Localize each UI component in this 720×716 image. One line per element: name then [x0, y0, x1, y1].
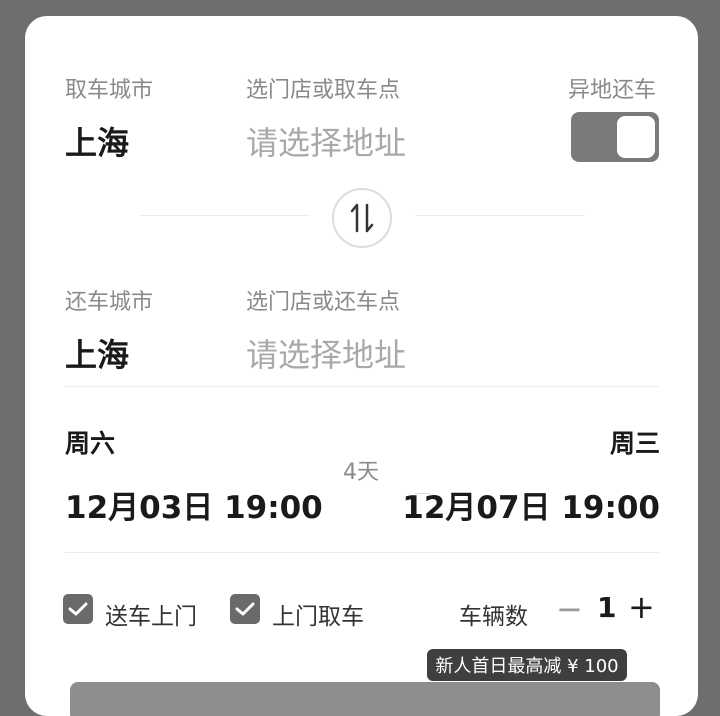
promo-badge: 新人首日最高减 ¥ 100: [427, 649, 627, 681]
pickup-service-label[interactable]: 上门取车: [272, 597, 364, 631]
start-day: 周六: [65, 429, 116, 458]
end-day: 周三: [609, 429, 660, 458]
divider-left: [140, 215, 310, 216]
start-datetime[interactable]: 12月03日 19:00: [65, 482, 323, 527]
diff-return-toggle[interactable]: [571, 112, 659, 162]
delivery-label[interactable]: 送车上门: [105, 597, 197, 631]
end-datetime[interactable]: 12月07日 19:00: [402, 482, 660, 527]
increase-button[interactable]: +: [628, 588, 655, 626]
return-city[interactable]: 上海: [65, 330, 129, 376]
rental-search-card: 取车城市 上海 选门店或取车点 请选择地址 异地还车 还车城市 上海 选门店或还…: [25, 16, 698, 716]
section-divider: [65, 386, 659, 387]
pickup-address-input[interactable]: 请选择地址: [246, 118, 406, 164]
vehicle-count-label: 车辆数: [459, 604, 528, 630]
return-city-label: 还车城市: [65, 290, 154, 315]
checkmark-icon: [68, 602, 88, 616]
checkmark-icon: [235, 602, 255, 616]
pickup-city-label: 取车城市: [65, 78, 154, 103]
swap-vertical-icon: [350, 203, 374, 233]
dates-divider: [65, 552, 659, 553]
toggle-knob: [617, 116, 655, 158]
diff-return-label: 异地还车: [568, 78, 657, 103]
divider-right: [415, 215, 585, 216]
pickup-service-checkbox[interactable]: [230, 594, 260, 624]
decrease-button[interactable]: −: [556, 590, 583, 628]
search-button[interactable]: [70, 682, 660, 716]
delivery-checkbox[interactable]: [63, 594, 93, 624]
return-store-label: 选门店或还车点: [246, 290, 401, 315]
rental-duration: 4天: [343, 460, 379, 485]
return-address-input[interactable]: 请选择地址: [246, 330, 406, 376]
pickup-city[interactable]: 上海: [65, 118, 129, 164]
pickup-store-label: 选门店或取车点: [246, 78, 401, 103]
vehicle-count: 1: [597, 591, 617, 624]
swap-button[interactable]: [332, 188, 392, 248]
